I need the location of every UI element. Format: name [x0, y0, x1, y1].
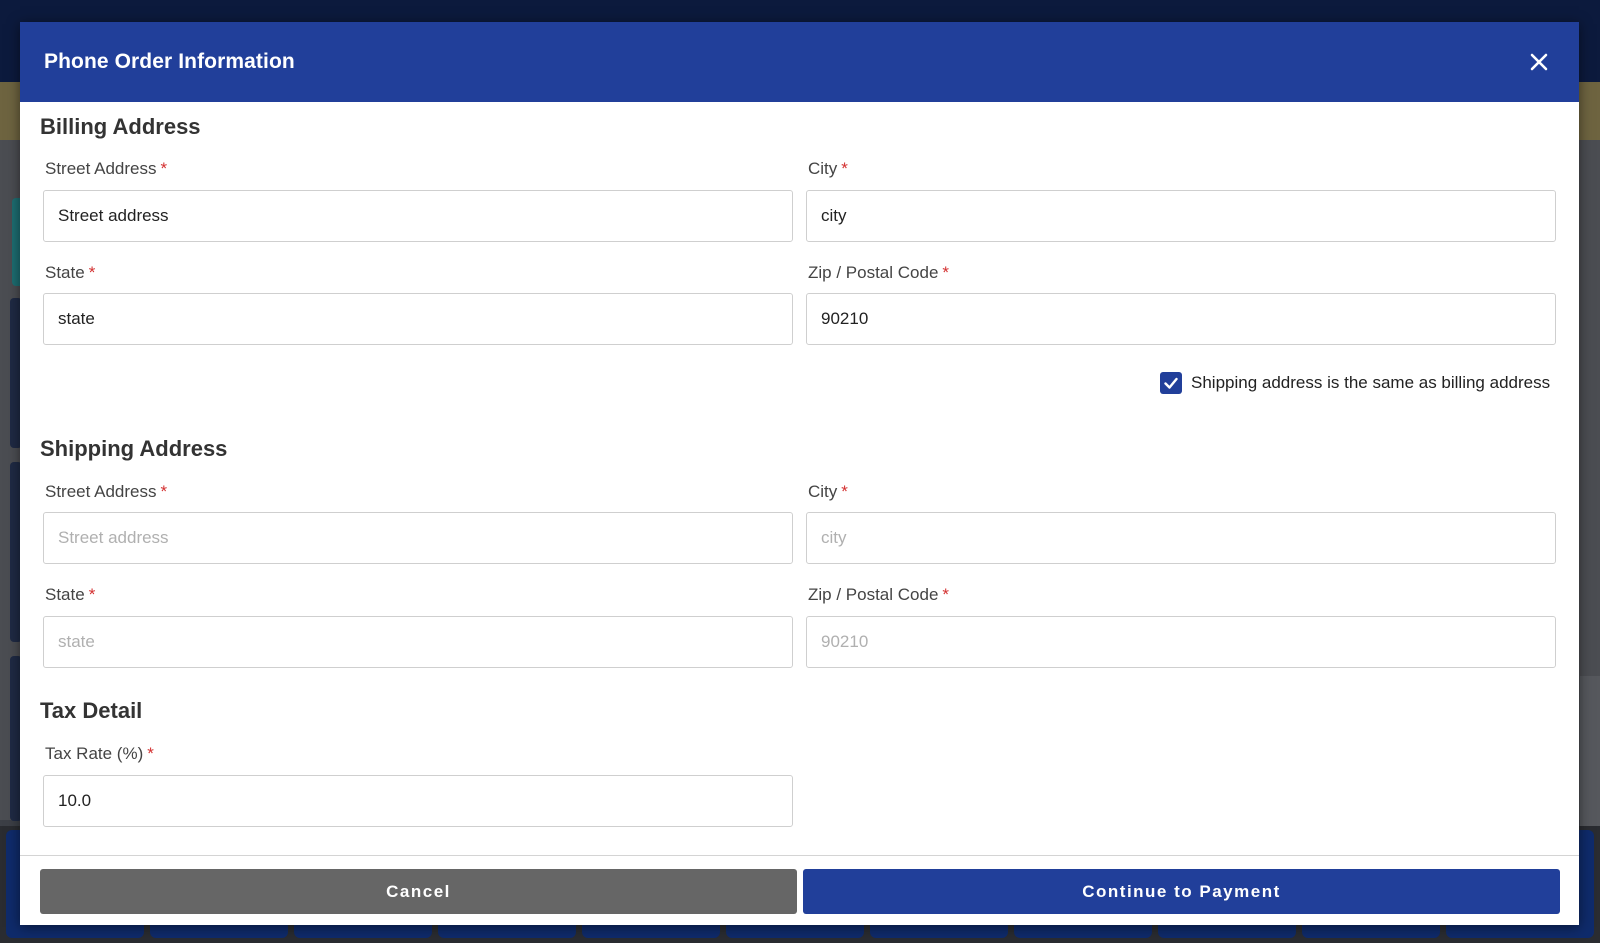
shipping-state-label: State * [45, 585, 96, 604]
billing-state-input[interactable] [43, 293, 793, 345]
required-mark: * [160, 482, 168, 501]
tax-rate-input[interactable] [43, 775, 793, 827]
billing-state-label: State * [45, 263, 96, 282]
shipping-state-input[interactable] [43, 616, 793, 668]
billing-street-label: Street Address * [45, 159, 168, 178]
same-address-checkbox[interactable]: Shipping address is the same as billing … [1160, 372, 1550, 394]
shipping-zip-label: Zip / Postal Code * [808, 585, 950, 604]
footer-divider [20, 855, 1579, 856]
required-mark: * [147, 744, 154, 763]
cancel-button[interactable]: Cancel [40, 869, 797, 914]
billing-street-input[interactable] [43, 190, 793, 242]
close-button[interactable] [1523, 46, 1555, 78]
tax-rate-label: Tax Rate (%) * [45, 744, 154, 763]
shipping-section-title: Shipping Address [40, 436, 228, 461]
required-mark: * [942, 263, 950, 282]
dialog-header: Phone Order Information [20, 22, 1579, 102]
billing-section-title: Billing Address [40, 114, 201, 139]
required-mark: * [160, 159, 168, 178]
shipping-street-input[interactable] [43, 512, 793, 564]
phone-order-dialog: Phone Order Information Billing Address … [20, 22, 1579, 925]
background-panel [1580, 676, 1600, 826]
checkbox-checked-icon[interactable] [1160, 372, 1182, 394]
shipping-city-input[interactable] [806, 512, 1556, 564]
required-mark: * [942, 585, 950, 604]
shipping-street-label: Street Address * [45, 482, 168, 501]
billing-city-input[interactable] [806, 190, 1556, 242]
tax-section-title: Tax Detail [40, 698, 143, 723]
dialog-title: Phone Order Information [44, 50, 295, 73]
close-icon [1530, 53, 1548, 71]
shipping-city-label: City * [808, 482, 848, 501]
required-mark: * [88, 263, 96, 282]
billing-zip-label: Zip / Postal Code * [808, 263, 950, 282]
same-address-label: Shipping address is the same as billing … [1191, 373, 1551, 392]
required-mark: * [841, 159, 848, 178]
billing-zip-input[interactable] [806, 293, 1556, 345]
required-mark: * [841, 482, 848, 501]
billing-city-label: City * [808, 159, 848, 178]
shipping-zip-input[interactable] [806, 616, 1556, 668]
required-mark: * [88, 585, 96, 604]
continue-to-payment-button[interactable]: Continue to Payment [803, 869, 1560, 914]
